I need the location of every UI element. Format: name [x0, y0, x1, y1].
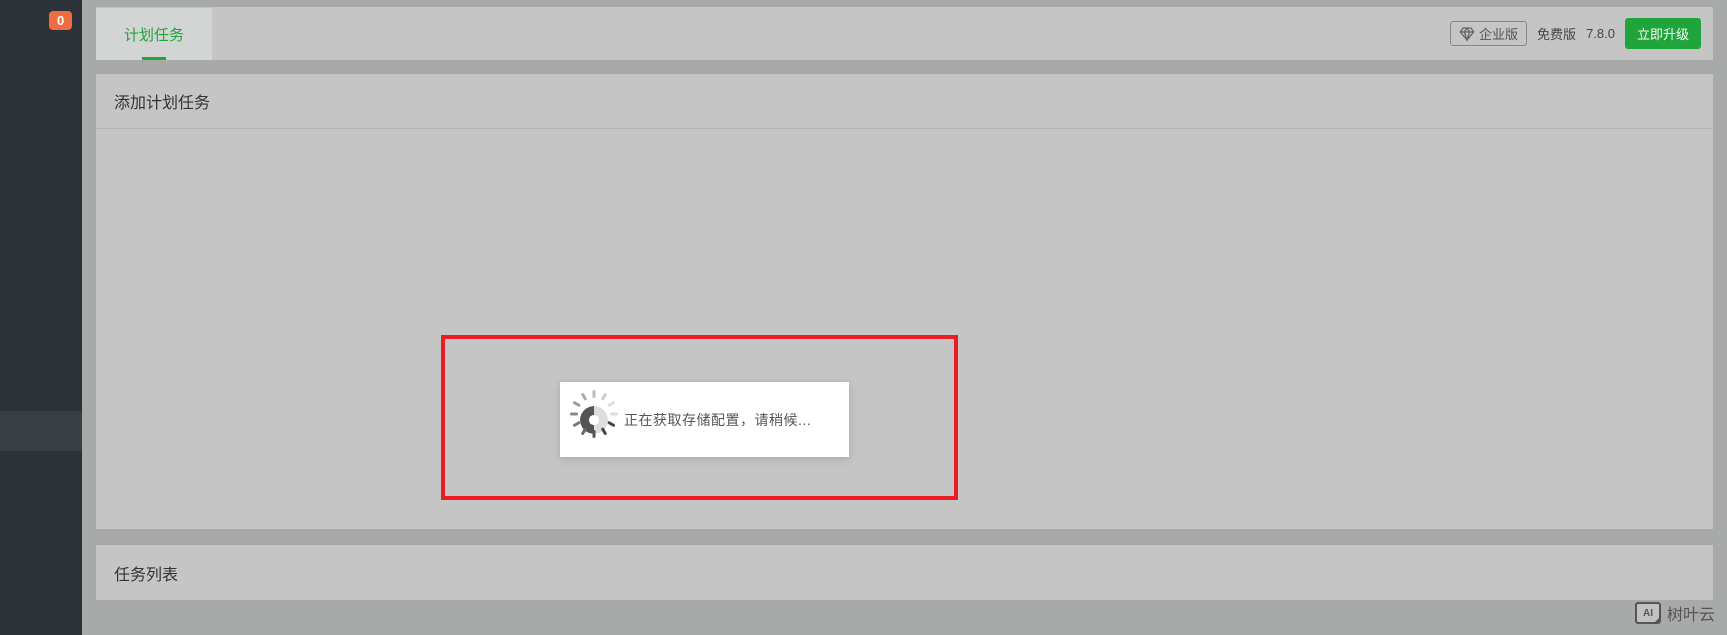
- enterprise-label: 企业版: [1479, 24, 1518, 43]
- add-task-title: 添加计划任务: [114, 89, 210, 113]
- task-list-title: 任务列表: [114, 561, 178, 585]
- diamond-icon: [1459, 26, 1475, 42]
- upgrade-button[interactable]: 立即升级: [1625, 18, 1701, 49]
- watermark-label: 树叶云: [1667, 601, 1715, 625]
- tab-bar-actions: 企业版 免费版 7.8.0 立即升级: [1450, 7, 1713, 60]
- sidebar: 0: [0, 0, 82, 635]
- tab-bar: 计划任务 企业版 免费版 7.8.0 立即升级: [96, 7, 1713, 60]
- spinner-icon: [580, 406, 608, 434]
- watermark-icon-text: AI: [1643, 608, 1653, 619]
- version-label: 7.8.0: [1586, 26, 1615, 41]
- tab-label: 计划任务: [124, 24, 184, 45]
- add-task-panel: 正在获取存储配置，请稍候...: [96, 129, 1713, 529]
- main-area: 计划任务 企业版 免费版 7.8.0 立即升级 添加计划任务: [82, 0, 1727, 635]
- tab-scheduled-tasks[interactable]: 计划任务: [96, 7, 212, 60]
- sidebar-active-item[interactable]: [0, 411, 82, 451]
- enterprise-button[interactable]: 企业版: [1450, 21, 1527, 46]
- task-list-header: 任务列表: [96, 545, 1713, 600]
- add-task-header: 添加计划任务: [96, 74, 1713, 129]
- free-edition-label: 免费版: [1537, 24, 1576, 43]
- notification-badge[interactable]: 0: [49, 11, 72, 30]
- watermark: AI 树叶云: [1635, 601, 1715, 625]
- watermark-icon: AI: [1635, 602, 1661, 624]
- loading-text: 正在获取存储配置，请稍候...: [624, 410, 811, 430]
- loading-modal: 正在获取存储配置，请稍候...: [560, 382, 849, 457]
